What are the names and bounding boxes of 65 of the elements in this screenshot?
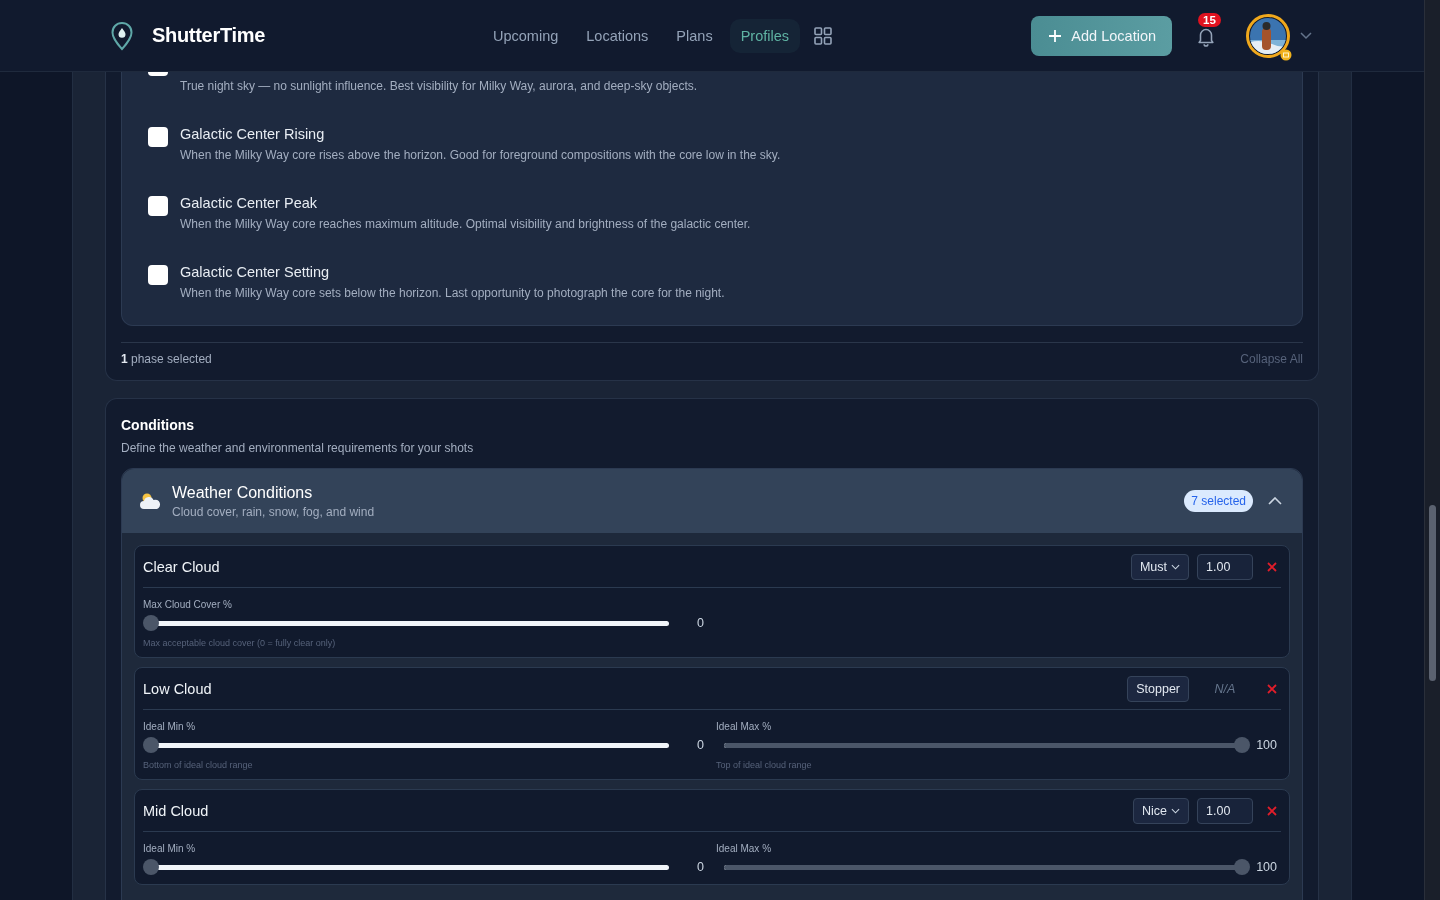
slider-thumb[interactable] [143, 859, 159, 875]
chevron-icon[interactable] [1268, 497, 1282, 505]
slider-label: Max Cloud Cover % [143, 599, 233, 610]
slider-thumb[interactable] [143, 615, 159, 631]
weight-field[interactable]: N/A [1197, 681, 1253, 696]
section-subtitle: Define the weather and environmental requirements for your shots [121, 441, 475, 455]
slider-thumb[interactable] [143, 737, 159, 753]
priority-button[interactable]: Stopper [1127, 675, 1189, 702]
weight-field[interactable]: 1.00 [1197, 797, 1253, 824]
chevron-down-icon[interactable] [1300, 31, 1312, 40]
slider-label: Ideal Min % [143, 721, 197, 732]
slider-label: Ideal Max % [716, 721, 773, 732]
slider-value: 0 [697, 738, 705, 752]
nav-link[interactable]: Plans [665, 18, 724, 53]
priority-dropdown[interactable]: Must [1130, 553, 1189, 580]
sun-cloud-icon [138, 491, 162, 511]
remove-icon[interactable] [1267, 805, 1277, 816]
notification-count: 15 [1198, 12, 1221, 27]
slider-label: Ideal Max % [716, 843, 773, 854]
phase-title: Galactic Center Peak [180, 195, 318, 211]
slider-value: 0 [697, 860, 705, 874]
panel-subtitle: Cloud cover, rain, snow, fog, and wind [172, 504, 375, 519]
checkbox[interactable] [148, 196, 168, 216]
slider-hint: Max acceptable cloud cover (0 = fully clear only) [143, 638, 337, 648]
scrollbar[interactable] [1424, 0, 1440, 900]
condition-name: Low Cloud [143, 680, 212, 697]
slider-value: 100 [1256, 860, 1278, 874]
checkbox[interactable] [148, 72, 168, 76]
panel-title: Weather Conditions [172, 483, 314, 502]
slider-value: 100 [1256, 738, 1278, 752]
slider-label: Ideal Min % [143, 843, 197, 854]
slider-hint: Bottom of ideal cloud range [143, 760, 254, 770]
badge-icon [1280, 48, 1292, 61]
slider-thumb[interactable] [1234, 737, 1250, 753]
remove-icon[interactable] [1267, 561, 1277, 572]
caret-icon [1171, 807, 1180, 814]
brand-name[interactable]: ShutterTime [152, 24, 266, 47]
nav-link[interactable]: Profiles [729, 18, 800, 53]
plus-icon [1048, 28, 1063, 43]
phase-description: When the Milky Way core reaches maximum altitude. Optimal visibility and brightness of the galactic center. [180, 217, 751, 231]
condition-name: Mid Cloud [143, 802, 209, 819]
selected-count: 7 selected [1184, 490, 1253, 512]
priority-dropdown[interactable]: Nice [1133, 797, 1189, 824]
checkbox[interactable] [148, 127, 168, 147]
checkbox[interactable] [148, 265, 168, 285]
phase-title: Galactic Center Setting [180, 264, 331, 280]
remove-icon[interactable] [1267, 683, 1277, 694]
condition-name: Clear Cloud [143, 558, 220, 575]
weight-field[interactable]: 1.00 [1197, 553, 1253, 580]
phase-description: True night sky — no sunlight influence. Best visibility for Milky Way, aurora, and deep-sky objects. [180, 79, 698, 93]
section-title: Conditions [121, 417, 196, 433]
location-pin-icon [110, 20, 134, 51]
nav-link[interactable]: Upcoming [482, 18, 570, 53]
weather-panel-header[interactable]: Weather Conditions Cloud cover, rain, snow, fog, and wind 7 selected [122, 469, 1302, 533]
nav-link[interactable]: Locations [575, 18, 660, 53]
phase-description: When the Milky Way core rises above the horizon. Good for foreground compositions with the core low in the sky. [180, 148, 781, 162]
phase-title: Galactic Center Rising [180, 126, 326, 142]
slider-hint: Top of ideal cloud range [716, 760, 813, 770]
slider-value: 0 [697, 616, 705, 630]
selection-summary: 1 phase selected [121, 352, 212, 366]
grid-icon[interactable] [814, 26, 832, 45]
caret-icon [1171, 563, 1180, 570]
slider-thumb[interactable] [1234, 859, 1250, 875]
scrollbar-thumb[interactable] [1429, 505, 1436, 681]
phase-description: When the Milky Way core sets below the horizon. Last opportunity to photograph the core for the night. [180, 286, 725, 300]
